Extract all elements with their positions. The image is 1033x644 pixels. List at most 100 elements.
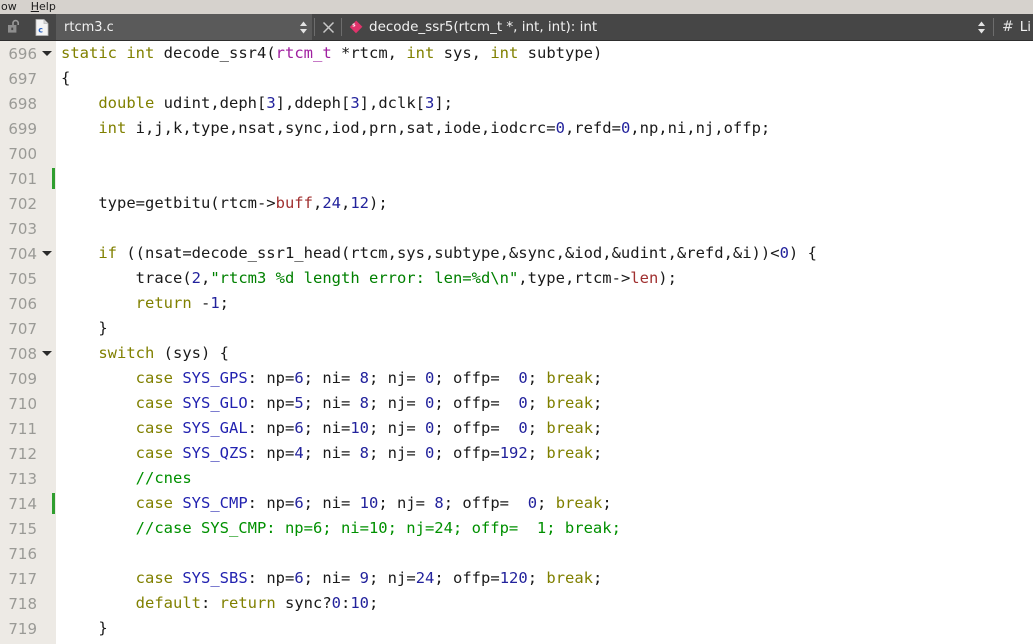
- gutter-row[interactable]: 705: [0, 266, 55, 291]
- toolbar-right-group: # Li: [973, 14, 1033, 40]
- gutter-row[interactable]: 719: [0, 616, 55, 641]
- line-number-gutter[interactable]: 696 697 698 699 700 701 702 703 704 705 706 707 708 7…: [0, 41, 56, 644]
- code-token: ;: [602, 494, 612, 512]
- code-line[interactable]: switch (sys) {: [56, 341, 1033, 366]
- code-token: //case SYS_CMP: np=6; ni=10; nj=24; offp…: [135, 519, 621, 537]
- code-token: 0: [527, 494, 538, 512]
- gutter-row[interactable]: 709: [0, 366, 55, 391]
- code-line[interactable]: //cnes: [56, 466, 1033, 491]
- gutter-row[interactable]: 707: [0, 316, 55, 341]
- code-line[interactable]: case SYS_QZS: np=4; ni= 8; nj= 0; offp=1…: [56, 441, 1033, 466]
- unlocked-padlock-icon[interactable]: [0, 14, 28, 40]
- code-line[interactable]: double udint,deph[3],ddeph[3],dclk[3];: [56, 91, 1033, 116]
- code-line[interactable]: return -1;: [56, 291, 1033, 316]
- close-x-icon[interactable]: [317, 14, 339, 40]
- code-token: 6: [294, 369, 304, 387]
- line-number: 708: [8, 344, 37, 363]
- function-updown-spinner-icon[interactable]: [973, 14, 991, 40]
- code-line[interactable]: int i,j,k,type,nsat,sync,iod,prn,sat,iod…: [56, 116, 1033, 141]
- gutter-row[interactable]: 696: [0, 41, 55, 66]
- chevron-down-icon[interactable]: [42, 251, 52, 256]
- line-number: 717: [8, 569, 37, 588]
- line-number: 703: [8, 219, 37, 238]
- code-line[interactable]: //case SYS_CMP: np=6; ni=10; nj=24; offp…: [56, 516, 1033, 541]
- gutter-row[interactable]: 713: [0, 466, 55, 491]
- code-line[interactable]: [56, 216, 1033, 241]
- code-token: break: [546, 369, 594, 387]
- code-token: //cnes: [135, 469, 192, 487]
- menu-item-window[interactable]: ow: [0, 0, 24, 14]
- gutter-row[interactable]: 717: [0, 566, 55, 591]
- code-token: ,refd=: [564, 119, 621, 137]
- code-token: 6: [294, 494, 304, 512]
- line-number: 706: [8, 294, 37, 313]
- function-selector-combobox[interactable]: s decode_ssr5(rtcm_t *, int, int): int: [344, 14, 973, 40]
- menu-bar: ow Help: [0, 0, 1033, 14]
- code-token: ;: [527, 369, 547, 387]
- code-line[interactable]: case SYS_SBS: np=6; ni= 9; nj=24; offp=1…: [56, 566, 1033, 591]
- code-line[interactable]: default: return sync?0:10;: [56, 591, 1033, 616]
- file-selector-combobox[interactable]: rtcm3.c: [56, 14, 312, 40]
- gutter-row[interactable]: 703: [0, 216, 55, 241]
- code-token: : np=: [247, 494, 295, 512]
- line-number: 699: [8, 119, 37, 138]
- gutter-row[interactable]: 698: [0, 91, 55, 116]
- gutter-row[interactable]: 706: [0, 291, 55, 316]
- code-token: sync?: [275, 594, 332, 612]
- code-token: ;: [369, 594, 379, 612]
- code-line[interactable]: case SYS_CMP: np=6; ni= 10; nj= 8; offp=…: [56, 491, 1033, 516]
- line-number: 718: [8, 594, 37, 613]
- chevron-down-icon[interactable]: [42, 51, 52, 56]
- code-line[interactable]: [56, 166, 1033, 191]
- code-line[interactable]: {: [56, 66, 1033, 91]
- line-number: 707: [8, 319, 37, 338]
- code-line[interactable]: }: [56, 616, 1033, 641]
- code-line[interactable]: case SYS_GPS: np=6; ni= 8; nj= 0; offp= …: [56, 366, 1033, 391]
- gutter-row[interactable]: 716: [0, 541, 55, 566]
- code-token: : np=: [247, 394, 295, 412]
- menu-item-help[interactable]: Help: [24, 0, 63, 14]
- code-token: 10: [350, 594, 370, 612]
- gutter-row[interactable]: 711: [0, 416, 55, 441]
- code-token: break: [546, 394, 594, 412]
- code-line[interactable]: if ((nsat=decode_ssr1_head(rtcm,sys,subt…: [56, 241, 1033, 266]
- gutter-row[interactable]: 699: [0, 116, 55, 141]
- gutter-row[interactable]: 697: [0, 66, 55, 91]
- code-token: ;: [219, 294, 230, 312]
- chevron-down-icon[interactable]: [42, 351, 52, 356]
- code-token: int: [98, 119, 127, 137]
- code-line[interactable]: trace(2,"rtcm3 %d length error: len=%d\n…: [56, 266, 1033, 291]
- code-token: ; offp=: [434, 369, 519, 387]
- code-token: 0: [331, 594, 341, 612]
- fold-marker[interactable]: [39, 351, 55, 356]
- gutter-row[interactable]: 718: [0, 591, 55, 616]
- code-line[interactable]: [56, 541, 1033, 566]
- code-line[interactable]: }: [56, 316, 1033, 341]
- gutter-row[interactable]: 701: [0, 166, 55, 191]
- gutter-row[interactable]: 708: [0, 341, 55, 366]
- code-token: 8: [359, 394, 370, 412]
- gutter-row[interactable]: 714: [0, 491, 55, 516]
- code-editor[interactable]: 696 697 698 699 700 701 702 703 704 705 706 707 708 7…: [0, 41, 1033, 644]
- code-line[interactable]: case SYS_GLO: np=5; ni= 8; nj= 0; offp= …: [56, 391, 1033, 416]
- code-token: 0: [425, 444, 435, 462]
- gutter-row[interactable]: 710: [0, 391, 55, 416]
- code-token: ; offp=: [434, 394, 519, 412]
- gutter-row[interactable]: 704: [0, 241, 55, 266]
- fold-marker[interactable]: [39, 51, 55, 56]
- gutter-row[interactable]: 700: [0, 141, 55, 166]
- fold-marker[interactable]: [39, 251, 55, 256]
- gutter-row[interactable]: 712: [0, 441, 55, 466]
- code-text-area[interactable]: static int decode_ssr4(rtcm_t *rtcm, int…: [56, 41, 1033, 644]
- gutter-row[interactable]: 715: [0, 516, 55, 541]
- code-line[interactable]: static int decode_ssr4(rtcm_t *rtcm, int…: [56, 41, 1033, 66]
- code-line[interactable]: case SYS_GAL: np=6; ni=10; nj= 0; offp= …: [56, 416, 1033, 441]
- code-line[interactable]: [56, 141, 1033, 166]
- code-token: 3: [350, 94, 360, 112]
- code-token: ;: [527, 569, 547, 587]
- code-token: case: [135, 369, 173, 387]
- code-line[interactable]: type=getbitu(rtcm->buff,24,12);: [56, 191, 1033, 216]
- gutter-row[interactable]: 702: [0, 191, 55, 216]
- updown-spinner-icon[interactable]: [294, 14, 312, 40]
